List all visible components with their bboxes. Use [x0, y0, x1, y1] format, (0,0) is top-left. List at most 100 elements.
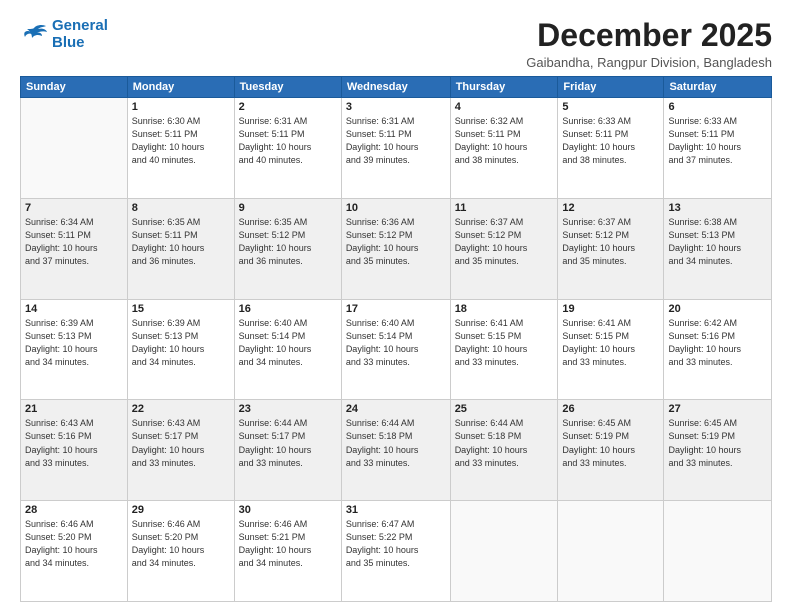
day-number: 2 [239, 101, 337, 113]
calendar-cell: 8 Sunrise: 6:35 AMSunset: 5:11 PMDaylight… [127, 198, 234, 299]
day-info: Sunrise: 6:45 AMSunset: 5:19 PMDaylight:… [562, 417, 659, 469]
calendar-cell: 30Sunrise: 6:46 AMSunset: 5:21 PMDayligh… [234, 501, 341, 602]
weekday-header-friday: Friday [558, 77, 664, 98]
day-info: Sunrise: 6:32 AMSunset: 5:11 PMDaylight:… [455, 115, 554, 167]
day-number: 28 [25, 504, 123, 516]
calendar-week-4: 21 Sunrise: 6:43 AMSunset: 5:16 PMDayligh… [21, 400, 772, 501]
header: General Blue December 2025 Gaibandha, Ra… [20, 18, 772, 70]
day-info: Sunrise: 6:44 AMSunset: 5:17 PMDaylight:… [239, 417, 337, 469]
calendar-week-3: 14 Sunrise: 6:39 AMSunset: 5:13 PMDayligh… [21, 299, 772, 400]
weekday-header-sunday: Sunday [21, 77, 128, 98]
weekday-header-thursday: Thursday [450, 77, 558, 98]
calendar-cell [21, 98, 128, 199]
day-number: 6 [668, 101, 767, 113]
calendar-week-1: 1 Sunrise: 6:30 AMSunset: 5:11 PMDaylight… [21, 98, 772, 199]
day-number: 4 [455, 101, 554, 113]
day-info: Sunrise: 6:38 AMSunset: 5:13 PMDaylight:… [668, 216, 767, 268]
day-number: 18 [455, 303, 554, 315]
day-info: Sunrise: 6:37 AMSunset: 5:12 PMDaylight:… [562, 216, 659, 268]
day-info: Sunrise: 6:41 AMSunset: 5:15 PMDaylight:… [562, 317, 659, 369]
weekday-header-wednesday: Wednesday [341, 77, 450, 98]
day-number: 3 [346, 101, 446, 113]
logo-text: General Blue [52, 18, 108, 51]
day-number: 20 [668, 303, 767, 315]
calendar-cell: 17 Sunrise: 6:40 AMSunset: 5:14 PMDayligh… [341, 299, 450, 400]
day-info: Sunrise: 6:41 AMSunset: 5:15 PMDaylight:… [455, 317, 554, 369]
day-number: 22 [132, 403, 230, 415]
calendar-week-2: 7Sunrise: 6:34 AMSunset: 5:11 PMDaylight… [21, 198, 772, 299]
day-info: Sunrise: 6:44 AMSunset: 5:18 PMDaylight:… [455, 417, 554, 469]
day-number: 26 [562, 403, 659, 415]
day-number: 5 [562, 101, 659, 113]
calendar-cell: 31 Sunrise: 6:47 AMSunset: 5:22 PMDayligh… [341, 501, 450, 602]
calendar-cell: 14 Sunrise: 6:39 AMSunset: 5:13 PMDayligh… [21, 299, 128, 400]
day-number: 17 [346, 303, 446, 315]
day-info: Sunrise: 6:40 AMSunset: 5:14 PMDaylight:… [346, 317, 446, 369]
weekday-header-tuesday: Tuesday [234, 77, 341, 98]
page: General Blue December 2025 Gaibandha, Ra… [0, 0, 792, 612]
day-info: Sunrise: 6:33 AMSunset: 5:11 PMDaylight:… [562, 115, 659, 167]
day-info: Sunrise: 6:31 AMSunset: 5:11 PMDaylight:… [239, 115, 337, 167]
day-number: 16 [239, 303, 337, 315]
day-number: 25 [455, 403, 554, 415]
calendar-week-5: 28 Sunrise: 6:46 AMSunset: 5:20 PMDayligh… [21, 501, 772, 602]
day-number: 30 [239, 504, 337, 516]
day-info: Sunrise: 6:45 AMSunset: 5:19 PMDaylight:… [668, 417, 767, 469]
location-subtitle: Gaibandha, Rangpur Division, Bangladesh [526, 55, 772, 70]
calendar-cell: 15 Sunrise: 6:39 AMSunset: 5:13 PMDayligh… [127, 299, 234, 400]
day-number: 27 [668, 403, 767, 415]
day-info: Sunrise: 6:35 AMSunset: 5:12 PMDaylight:… [239, 216, 337, 268]
day-number: 23 [239, 403, 337, 415]
calendar-cell: 29 Sunrise: 6:46 AMSunset: 5:20 PMDayligh… [127, 501, 234, 602]
day-number: 13 [668, 202, 767, 214]
day-number: 1 [132, 101, 230, 113]
day-info: Sunrise: 6:36 AMSunset: 5:12 PMDaylight:… [346, 216, 446, 268]
day-info: Sunrise: 6:35 AMSunset: 5:11 PMDaylight:… [132, 216, 230, 268]
day-number: 11 [455, 202, 554, 214]
day-number: 21 [25, 403, 123, 415]
day-info: Sunrise: 6:46 AMSunset: 5:20 PMDaylight:… [132, 518, 230, 570]
day-info: Sunrise: 6:39 AMSunset: 5:13 PMDaylight:… [132, 317, 230, 369]
calendar-cell: 23 Sunrise: 6:44 AMSunset: 5:17 PMDayligh… [234, 400, 341, 501]
calendar-cell [558, 501, 664, 602]
weekday-header-monday: Monday [127, 77, 234, 98]
day-number: 12 [562, 202, 659, 214]
calendar-table: SundayMondayTuesdayWednesdayThursdayFrid… [20, 76, 772, 602]
day-info: Sunrise: 6:37 AMSunset: 5:12 PMDaylight:… [455, 216, 554, 268]
day-info: Sunrise: 6:34 AMSunset: 5:11 PMDaylight:… [25, 216, 123, 268]
day-number: 31 [346, 504, 446, 516]
day-info: Sunrise: 6:47 AMSunset: 5:22 PMDaylight:… [346, 518, 446, 570]
calendar-cell: 2 Sunrise: 6:31 AMSunset: 5:11 PMDaylight… [234, 98, 341, 199]
calendar-cell: 10Sunrise: 6:36 AMSunset: 5:12 PMDayligh… [341, 198, 450, 299]
day-number: 19 [562, 303, 659, 315]
calendar-cell: 7Sunrise: 6:34 AMSunset: 5:11 PMDaylight… [21, 198, 128, 299]
calendar-cell: 12 Sunrise: 6:37 AMSunset: 5:12 PMDayligh… [558, 198, 664, 299]
calendar-cell [664, 501, 772, 602]
day-info: Sunrise: 6:40 AMSunset: 5:14 PMDaylight:… [239, 317, 337, 369]
weekday-header-row: SundayMondayTuesdayWednesdayThursdayFrid… [21, 77, 772, 98]
calendar-cell: 21 Sunrise: 6:43 AMSunset: 5:16 PMDayligh… [21, 400, 128, 501]
day-info: Sunrise: 6:30 AMSunset: 5:11 PMDaylight:… [132, 115, 230, 167]
day-info: Sunrise: 6:44 AMSunset: 5:18 PMDaylight:… [346, 417, 446, 469]
day-number: 24 [346, 403, 446, 415]
calendar-cell: 18 Sunrise: 6:41 AMSunset: 5:15 PMDayligh… [450, 299, 558, 400]
day-info: Sunrise: 6:39 AMSunset: 5:13 PMDaylight:… [25, 317, 123, 369]
calendar-cell: 4 Sunrise: 6:32 AMSunset: 5:11 PMDaylight… [450, 98, 558, 199]
day-info: Sunrise: 6:42 AMSunset: 5:16 PMDaylight:… [668, 317, 767, 369]
weekday-header-saturday: Saturday [664, 77, 772, 98]
calendar-cell: 6Sunrise: 6:33 AMSunset: 5:11 PMDaylight… [664, 98, 772, 199]
day-number: 15 [132, 303, 230, 315]
day-number: 9 [239, 202, 337, 214]
day-number: 14 [25, 303, 123, 315]
calendar-cell: 3 Sunrise: 6:31 AMSunset: 5:11 PMDaylight… [341, 98, 450, 199]
calendar-cell: 28 Sunrise: 6:46 AMSunset: 5:20 PMDayligh… [21, 501, 128, 602]
calendar-cell: 1 Sunrise: 6:30 AMSunset: 5:11 PMDaylight… [127, 98, 234, 199]
day-info: Sunrise: 6:43 AMSunset: 5:17 PMDaylight:… [132, 417, 230, 469]
day-info: Sunrise: 6:46 AMSunset: 5:20 PMDaylight:… [25, 518, 123, 570]
day-number: 29 [132, 504, 230, 516]
day-info: Sunrise: 6:43 AMSunset: 5:16 PMDaylight:… [25, 417, 123, 469]
day-number: 8 [132, 202, 230, 214]
logo-icon [20, 24, 48, 46]
calendar-cell: 13 Sunrise: 6:38 AMSunset: 5:13 PMDayligh… [664, 198, 772, 299]
day-info: Sunrise: 6:31 AMSunset: 5:11 PMDaylight:… [346, 115, 446, 167]
